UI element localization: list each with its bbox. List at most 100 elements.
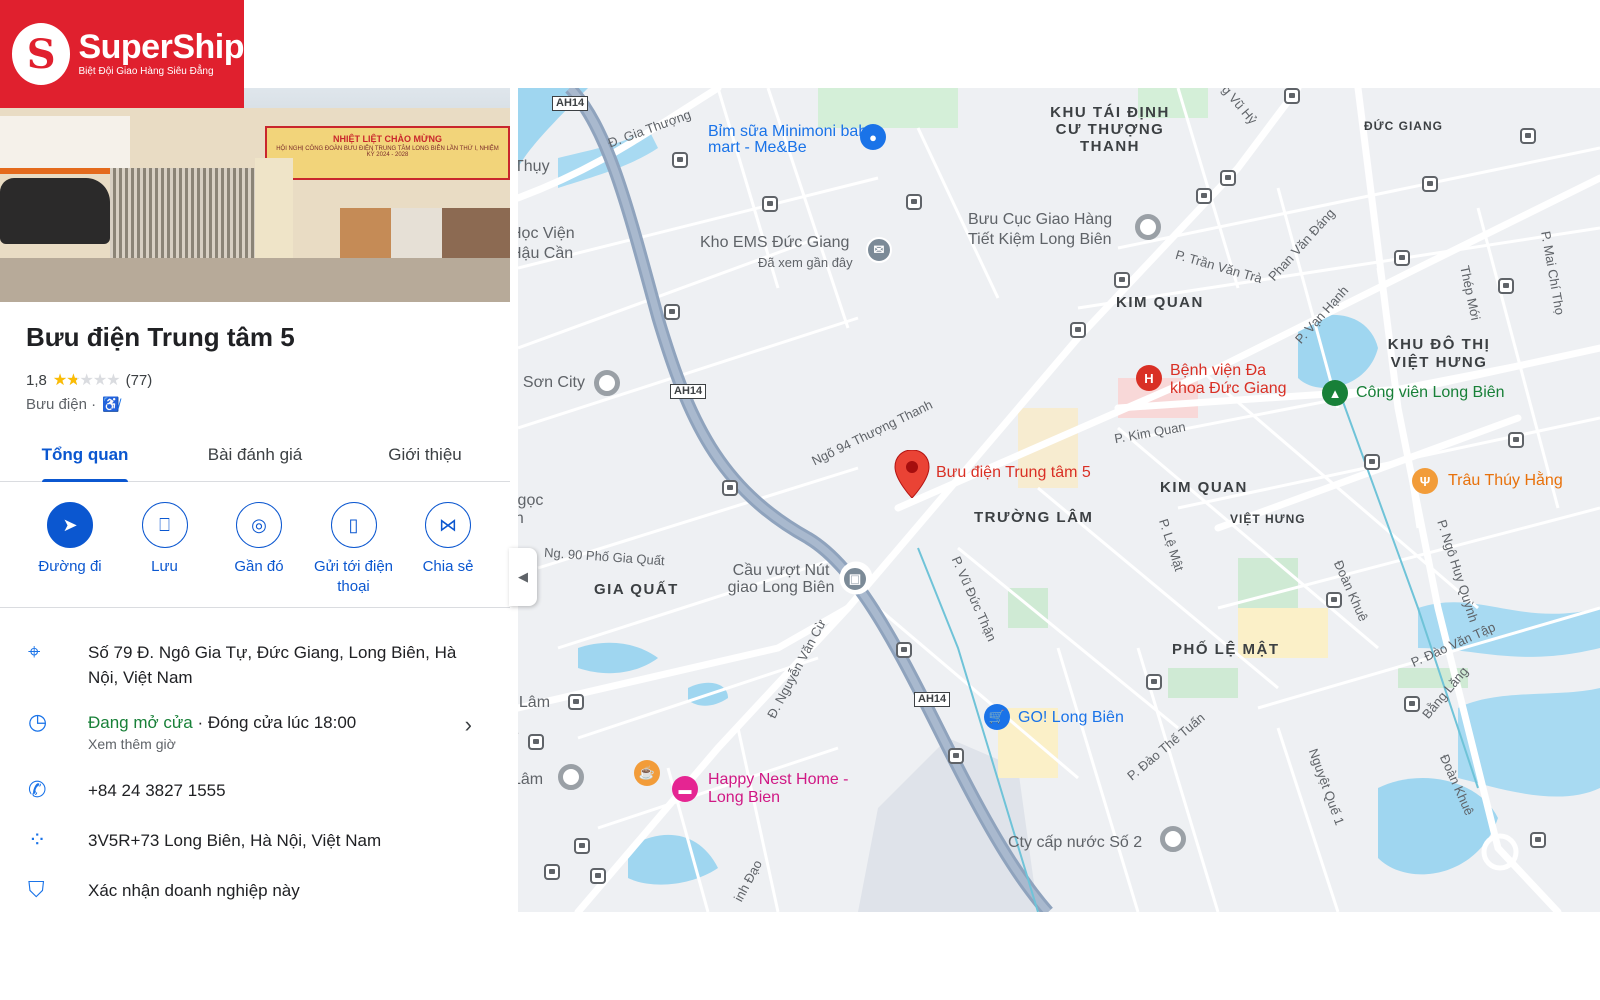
- poi-label[interactable]: Trâu Thúy Hằng: [1448, 472, 1563, 490]
- photo-banner: NHIỆT LIỆT CHÀO MỪNG HỘI NGHỊ CÔNG ĐOÀN …: [265, 126, 510, 180]
- share-button[interactable]: ⋈ Chia sẻ: [402, 502, 494, 597]
- bus-stop-icon[interactable]: [1520, 128, 1536, 144]
- mail-icon[interactable]: ✉: [866, 237, 892, 263]
- place-marker-icon[interactable]: [1160, 826, 1186, 852]
- bus-stop-icon[interactable]: [906, 194, 922, 210]
- clock-icon: ◷: [28, 709, 48, 734]
- bus-stop-icon[interactable]: [544, 864, 560, 880]
- poi-label[interactable]: Kho EMS Đức Giang: [700, 234, 849, 252]
- place-marker-icon[interactable]: [594, 370, 620, 396]
- see-more-hours[interactable]: Xem thêm giờ: [88, 735, 478, 753]
- place-photo[interactable]: NHIỆT LIỆT CHÀO MỪNG HỘI NGHỊ CÔNG ĐOÀN …: [0, 88, 510, 302]
- poi-label[interactable]: Học Viện Hậu Cần: [518, 224, 590, 264]
- phone-number: +84 24 3827 1555: [88, 781, 226, 800]
- road-shield: AH14: [552, 96, 589, 111]
- directions-icon: ➤: [47, 502, 93, 548]
- place-details-panel: NHIỆT LIỆT CHÀO MỪNG HỘI NGHỊ CÔNG ĐOÀN …: [0, 88, 510, 912]
- review-count[interactable]: (77): [126, 372, 153, 389]
- selected-place-pin-icon[interactable]: [894, 450, 930, 498]
- supership-logo-name: SuperShip: [78, 28, 244, 66]
- hospital-icon[interactable]: H: [1136, 365, 1162, 391]
- bus-stop-icon[interactable]: [1114, 272, 1130, 288]
- rating-value: 1,8: [26, 371, 47, 389]
- shopping-bag-icon[interactable]: ●: [860, 124, 886, 150]
- bus-stop-icon[interactable]: [1364, 454, 1380, 470]
- location-pin-icon: ⌖: [28, 639, 41, 664]
- park-icon[interactable]: ▲: [1322, 380, 1348, 406]
- phone-row[interactable]: ✆ +84 24 3827 1555: [0, 778, 510, 803]
- poi-label[interactable]: Bệnh viện Đa khoa Đức Giang: [1170, 362, 1300, 398]
- bus-stop-icon[interactable]: [1146, 674, 1162, 690]
- rating-stars: ★★★★★ ★★★★★: [52, 372, 121, 389]
- bus-stop-icon[interactable]: [1422, 176, 1438, 192]
- bus-stop-icon[interactable]: [1070, 322, 1086, 338]
- tab-overview[interactable]: Tổng quan: [0, 428, 170, 482]
- bus-stop-icon[interactable]: [896, 642, 912, 658]
- bus-stop-icon[interactable]: [1530, 832, 1546, 848]
- place-marker-icon[interactable]: [558, 764, 584, 790]
- poi-label: Lâm: [518, 771, 544, 788]
- bus-stop-icon[interactable]: [1196, 188, 1212, 204]
- bus-stop-icon[interactable]: [722, 480, 738, 496]
- tab-reviews[interactable]: Bài đánh giá: [170, 428, 340, 481]
- bus-stop-icon[interactable]: [672, 152, 688, 168]
- bus-station-icon[interactable]: ▣: [842, 566, 868, 592]
- tab-about[interactable]: Giới thiệu: [340, 428, 510, 481]
- shopping-cart-icon[interactable]: 🛒: [984, 704, 1010, 730]
- plus-code-row[interactable]: ⁘ 3V5R+73 Long Biên, Hà Nội, Việt Nam: [0, 828, 510, 853]
- bus-stop-icon[interactable]: [1220, 170, 1236, 186]
- poi-label[interactable]: Công viên Long Biên: [1356, 384, 1505, 402]
- bus-stop-icon[interactable]: [664, 304, 680, 320]
- poi-label[interactable]: Bỉm sữa Minimoni baby mart - Me&Be: [708, 124, 878, 156]
- bus-stop-icon[interactable]: [1326, 592, 1342, 608]
- address-row[interactable]: ⌖ Số 79 Đ. Ngô Gia Tự, Đức Giang, Long B…: [0, 640, 510, 690]
- send-to-phone-icon: ▯: [330, 502, 377, 548]
- bus-stop-icon[interactable]: [1394, 250, 1410, 266]
- bus-stop-icon[interactable]: [1498, 278, 1514, 294]
- bus-stop-icon[interactable]: [762, 196, 778, 212]
- poi-label[interactable]: ai Sơn City: [518, 374, 585, 392]
- plus-code-text: 3V5R+73 Long Biên, Hà Nội, Việt Nam: [88, 831, 382, 850]
- poi-label[interactable]: Bưu Cục Giao Hàng Tiết Kiệm Long Biên: [968, 210, 1118, 250]
- chevron-right-icon[interactable]: ›: [465, 712, 472, 738]
- cafe-icon[interactable]: ☕: [634, 760, 660, 786]
- poi-label: e n: [518, 725, 524, 761]
- road-shield: AH14: [914, 692, 951, 707]
- supership-logo-tagline: Biệt Đội Giao Hàng Siêu Đẳng: [78, 66, 214, 77]
- place-marker-icon[interactable]: [1135, 214, 1161, 240]
- map-canvas[interactable]: AH14 AH14 AH14 KHU TÁI ĐỊNH CƯ THƯỢNG TH…: [518, 88, 1600, 912]
- address-text: Số 79 Đ. Ngô Gia Tự, Đức Giang, Long Biê…: [88, 643, 457, 687]
- poi-label[interactable]: GO! Long Biên: [1018, 709, 1124, 727]
- bus-stop-icon[interactable]: [590, 868, 606, 884]
- claim-business-row[interactable]: ⛉ Xác nhận doanh nghiệp này: [0, 878, 510, 903]
- screenshot: S SuperShip Biệt Đội Giao Hàng Siêu Đẳng: [0, 0, 1600, 1000]
- chevron-left-icon: ◀: [518, 569, 528, 584]
- hotel-icon[interactable]: ▬: [672, 776, 698, 802]
- place-tabs: Tổng quan Bài đánh giá Giới thiệu: [0, 428, 510, 482]
- bus-stop-icon[interactable]: [574, 838, 590, 854]
- save-button[interactable]: ⎕ Lưu: [119, 502, 211, 597]
- bus-stop-icon[interactable]: [948, 748, 964, 764]
- selected-place-label[interactable]: Bưu điện Trung tâm 5: [936, 464, 1091, 482]
- directions-button[interactable]: ➤ Đường đi: [24, 502, 116, 597]
- no-wheelchair-access-icon: ♿̸: [102, 396, 120, 412]
- nearby-button[interactable]: ◎ Gần đó: [213, 502, 305, 597]
- bus-stop-icon[interactable]: [568, 694, 584, 710]
- poi-label: Ngọc ên: [518, 492, 544, 527]
- bus-stop-icon[interactable]: [1404, 696, 1420, 712]
- hours-row[interactable]: ◷ Đang mở cửa · Đóng cửa lúc 18:00 Xem t…: [0, 710, 510, 753]
- restaurant-icon[interactable]: Ψ: [1412, 468, 1438, 494]
- area-label: PHỐ LỆ MẬT: [1172, 641, 1280, 658]
- divider: [0, 607, 510, 608]
- rating-summary[interactable]: 1,8 ★★★★★ ★★★★★ (77): [26, 370, 152, 390]
- poi-label[interactable]: Cty cấp nước Số 2: [1008, 834, 1142, 852]
- poi-label: ia Lâm: [518, 694, 551, 711]
- poi-label[interactable]: Happy Nest Home - Long Bien: [708, 771, 858, 807]
- poi-label[interactable]: Cầu vượt Nút giao Long Biên: [716, 562, 846, 596]
- poi-sublabel: Đã xem gần đây: [758, 255, 853, 270]
- send-to-phone-button[interactable]: ▯ Gửi tới điện thoại: [308, 502, 400, 597]
- bus-stop-icon[interactable]: [528, 734, 544, 750]
- bus-stop-icon[interactable]: [1508, 432, 1524, 448]
- collapse-panel-button[interactable]: ◀: [509, 548, 537, 606]
- bus-stop-icon[interactable]: [1284, 88, 1300, 104]
